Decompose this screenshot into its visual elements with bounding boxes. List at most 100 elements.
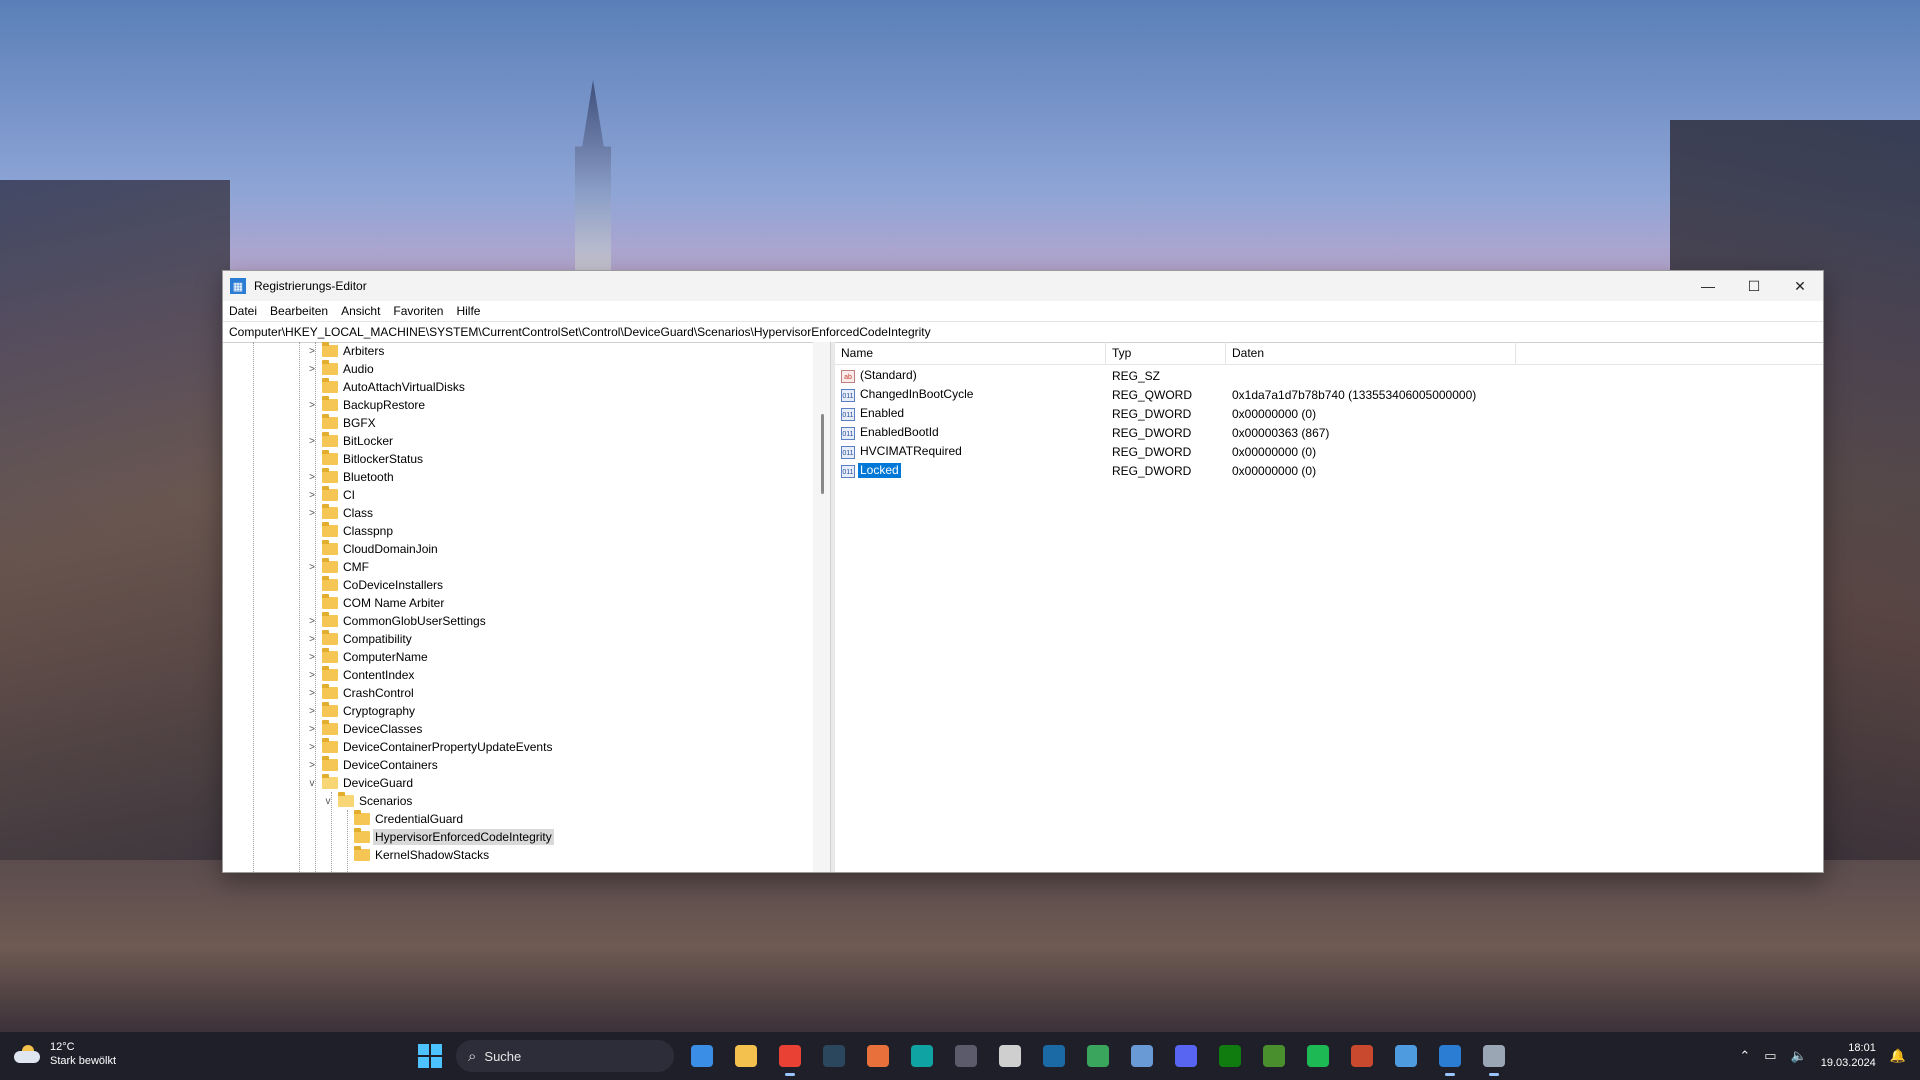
taskbar-app-button[interactable] [904, 1038, 940, 1074]
tree-item[interactable]: > Class [306, 504, 375, 522]
menu-datei[interactable]: Datei [229, 304, 257, 318]
taskbar-app-button[interactable] [1036, 1038, 1072, 1074]
tree-scrollbar[interactable] [813, 342, 830, 872]
chevron-right-icon[interactable]: > [306, 684, 318, 702]
start-button[interactable] [418, 1044, 442, 1068]
taskbar-app-button[interactable] [684, 1038, 720, 1074]
tree-item[interactable]: > DeviceClasses [306, 720, 424, 738]
tree-item[interactable]: CredentialGuard [338, 810, 465, 828]
tree-item[interactable]: CloudDomainJoin [306, 540, 440, 558]
minimize-button[interactable]: — [1685, 271, 1731, 301]
value-row[interactable]: 011 ChangedInBootCycle REG_QWORD 0x1da7a1d7… [835, 385, 1546, 404]
taskbar-app-button[interactable] [1432, 1038, 1468, 1076]
taskbar-app-button[interactable] [992, 1038, 1028, 1074]
menu-hilfe[interactable]: Hilfe [456, 304, 480, 318]
chevron-down-icon[interactable]: v [306, 774, 318, 792]
value-row[interactable]: 011 HVCIMATRequired REG_DWORD 0x00000000 (0… [835, 442, 1546, 461]
volume-icon[interactable]: 🔈 [1791, 1048, 1807, 1064]
tree-item[interactable]: > CommonGlobUserSettings [306, 612, 488, 630]
tree-item[interactable]: CoDeviceInstallers [306, 576, 445, 594]
chevron-right-icon[interactable]: > [306, 360, 318, 378]
value-row[interactable]: 011 EnabledBootId REG_DWORD 0x00000363 (867… [835, 423, 1546, 442]
list-header: Name Typ Daten [835, 342, 1823, 365]
clock[interactable]: 18:01 19.03.2024 [1821, 1041, 1876, 1071]
tree-item[interactable]: KernelShadowStacks [338, 846, 491, 864]
taskbar-search[interactable]: ⌕ Suche [456, 1040, 674, 1072]
notification-bell-icon[interactable]: 🔔 [1890, 1048, 1906, 1064]
menu-bearbeiten[interactable]: Bearbeiten [270, 304, 328, 318]
chevron-right-icon[interactable]: > [306, 468, 318, 486]
tree-item[interactable]: > Audio [306, 360, 376, 378]
tree-item[interactable]: v DeviceGuard [306, 774, 415, 792]
tree-item[interactable]: > DeviceContainers [306, 756, 440, 774]
tree-item[interactable]: > DeviceContainerPropertyUpdateEvents [306, 738, 554, 756]
taskbar-app-button[interactable] [1168, 1038, 1204, 1074]
chevron-right-icon[interactable]: > [306, 504, 318, 522]
menu-favoriten[interactable]: Favoriten [393, 304, 443, 318]
taskbar-app-button[interactable] [1388, 1038, 1424, 1074]
chevron-right-icon[interactable]: > [306, 648, 318, 666]
taskbar-app-button[interactable] [860, 1038, 896, 1074]
tree-item[interactable]: > Bluetooth [306, 468, 396, 486]
address-bar[interactable]: Computer\HKEY_LOCAL_MACHINE\SYSTEM\Curre… [223, 321, 1823, 343]
chevron-right-icon[interactable]: > [306, 720, 318, 738]
taskbar-app-button[interactable] [948, 1038, 984, 1074]
column-data[interactable]: Daten [1226, 342, 1516, 364]
taskbar-app-button[interactable] [1256, 1038, 1292, 1074]
tree-item[interactable]: > CrashControl [306, 684, 416, 702]
value-row[interactable]: 011 Enabled REG_DWORD 0x00000000 (0) [835, 404, 1546, 423]
chevron-right-icon[interactable]: > [306, 666, 318, 684]
tree-item[interactable]: BitlockerStatus [306, 450, 425, 468]
chevron-right-icon[interactable]: > [306, 756, 318, 774]
key-tree[interactable]: > Arbiters > Audio AutoAttachVirtualDisks > Ba… [223, 342, 831, 872]
tree-item[interactable]: > Arbiters [306, 342, 386, 360]
chevron-up-icon[interactable]: ⌃ [1739, 1048, 1750, 1064]
chevron-right-icon[interactable]: > [306, 342, 318, 360]
column-type[interactable]: Typ [1106, 342, 1226, 364]
steam-icon [823, 1045, 845, 1067]
tree-item[interactable]: > Compatibility [306, 630, 414, 648]
taskbar-app-button[interactable] [1080, 1038, 1116, 1074]
column-name[interactable]: Name [835, 342, 1106, 364]
tree-item[interactable]: COM Name Arbiter [306, 594, 446, 612]
weather-widget[interactable]: 12°C Stark bewölkt [14, 1040, 116, 1068]
taskbar-app-button[interactable] [728, 1038, 764, 1074]
menu-ansicht[interactable]: Ansicht [341, 304, 380, 318]
tree-item[interactable]: HypervisorEnforcedCodeIntegrity [338, 828, 554, 846]
tree-item[interactable]: > ContentIndex [306, 666, 416, 684]
taskbar-app-button[interactable] [1344, 1038, 1380, 1074]
chevron-down-icon[interactable]: v [322, 792, 334, 810]
value-row[interactable]: ab (Standard) REG_SZ [835, 366, 1546, 385]
tree-item[interactable]: > Cryptography [306, 702, 417, 720]
tree-item[interactable]: > CMF [306, 558, 371, 576]
value-row[interactable]: 011 Locked REG_DWORD 0x00000000 (0) [835, 461, 1546, 480]
tree-item[interactable]: > ComputerName [306, 648, 430, 666]
chevron-right-icon[interactable]: > [306, 630, 318, 648]
chevron-right-icon[interactable]: > [306, 558, 318, 576]
taskbar-app-button[interactable] [816, 1038, 852, 1074]
taskbar-app-button[interactable] [1212, 1038, 1248, 1074]
chevron-right-icon[interactable]: > [306, 432, 318, 450]
network-icon[interactable]: ▭ [1764, 1048, 1776, 1064]
tree-item[interactable]: > BitLocker [306, 432, 395, 450]
close-button[interactable]: ✕ [1777, 271, 1823, 301]
tree-item[interactable]: Classpnp [306, 522, 395, 540]
tree-item[interactable]: BGFX [306, 414, 378, 432]
tree-item[interactable]: AutoAttachVirtualDisks [306, 378, 467, 396]
chevron-right-icon[interactable]: > [306, 702, 318, 720]
chevron-right-icon[interactable]: > [306, 612, 318, 630]
tree-item[interactable]: v Scenarios [322, 792, 414, 810]
maximize-button[interactable]: ☐ [1731, 271, 1777, 301]
taskbar-app-button[interactable] [772, 1038, 808, 1076]
taskbar-app-button[interactable] [1124, 1038, 1160, 1074]
title-bar[interactable]: ▦ Registrierungs-Editor — ☐ ✕ [223, 271, 1823, 301]
values-list[interactable]: Name Typ Daten ab (Standard) REG_SZ 011 Chan… [835, 342, 1823, 872]
chevron-right-icon[interactable]: > [306, 738, 318, 756]
chevron-right-icon[interactable]: > [306, 486, 318, 504]
tree-item[interactable]: > CI [306, 486, 357, 504]
tree-scrollbar-thumb[interactable] [821, 414, 824, 494]
taskbar-app-button[interactable] [1476, 1038, 1512, 1076]
chevron-right-icon[interactable]: > [306, 396, 318, 414]
tree-item[interactable]: > BackupRestore [306, 396, 427, 414]
taskbar-app-button[interactable] [1300, 1038, 1336, 1074]
